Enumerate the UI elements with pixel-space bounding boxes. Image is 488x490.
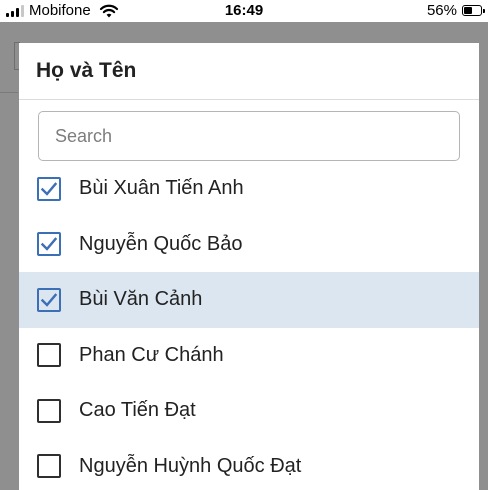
checkbox[interactable] [37,398,61,423]
list-item-label: Cao Tiến Đạt [79,399,196,422]
list-item-label: Bùi Văn Cảnh [79,288,203,311]
modal-title: Họ và Tên [36,59,137,82]
battery-icon [462,5,485,16]
checkbox[interactable] [37,232,61,257]
checkmark-icon [40,182,58,196]
search-container [19,100,479,161]
list-item-label: Bùi Xuân Tiến Anh [79,177,244,200]
checkbox[interactable] [37,287,61,312]
battery-percent: 56% [426,2,457,19]
status-bar-time: 16:49 [224,2,264,19]
list-item-label: Phan Cư Chánh [79,343,224,366]
checkbox[interactable] [37,343,61,368]
search-input[interactable] [38,111,460,161]
checkbox[interactable] [37,176,61,201]
option-list: Bùi Xuân Tiến Anh Nguyễn Quốc Bảo Bùi Vă… [19,161,479,490]
checkmark-icon [40,293,58,307]
status-bar-right: 56% [426,2,485,19]
battery-level [464,7,473,14]
modal-header: Họ và Tên [19,43,479,100]
list-item[interactable]: Bùi Văn Cảnh [19,272,479,328]
select-modal: Họ và Tên Bùi Xuân Tiến Anh Nguyễn Quốc … [19,43,479,490]
background-divider [0,92,18,93]
checkmark-icon [40,237,58,252]
list-item[interactable]: Bùi Xuân Tiến Anh [19,161,479,217]
list-item[interactable]: Nguyễn Huỳnh Quốc Đạt [19,439,479,490]
list-item[interactable]: Nguyễn Quốc Bảo [19,217,479,273]
checkbox[interactable] [37,454,61,479]
list-item-label: Nguyễn Quốc Bảo [79,232,243,255]
status-bar: Mobifone 16:49 56% [0,0,488,22]
list-item[interactable]: Phan Cư Chánh [19,328,479,384]
list-item[interactable]: Cao Tiến Đạt [19,383,479,439]
list-item-label: Nguyễn Huỳnh Quốc Đạt [79,454,302,477]
